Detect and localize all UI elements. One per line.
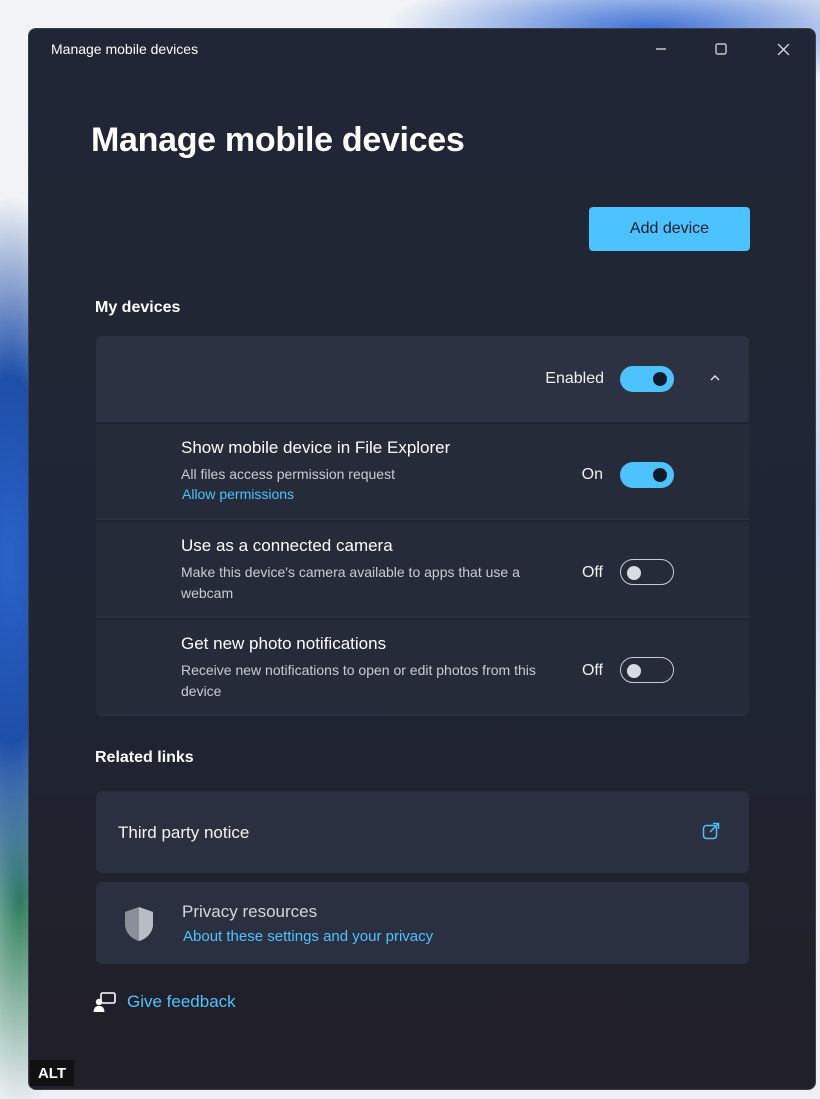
file-explorer-toggle[interactable] [620,462,674,488]
setting-title: Use as a connected camera [181,536,393,555]
my-devices-heading: My devices [95,299,181,316]
feedback-icon [93,992,116,1012]
photo-notifications-toggle[interactable] [620,657,674,683]
device-enabled-toggle[interactable] [620,366,674,392]
setting-state-label: On [581,466,603,483]
device-header[interactable]: Enabled [96,336,749,422]
third-party-notice-label: Third party notice [118,823,250,842]
device-card: Enabled Show mobile device in File Explo… [96,336,749,716]
give-feedback-label: Give feedback [127,992,236,1011]
device-status-label: Enabled [545,370,604,387]
collapse-button[interactable] [707,370,723,386]
connected-camera-toggle[interactable] [620,559,674,585]
third-party-notice-link[interactable]: Third party notice [96,791,749,873]
close-button[interactable] [763,35,803,63]
shield-icon [125,907,153,941]
toggle-knob [627,663,641,678]
privacy-resources-card: Privacy resources About these settings a… [96,882,749,964]
page-title: Manage mobile devices [91,121,465,159]
allow-permissions-link[interactable]: Allow permissions [182,486,294,502]
setting-description: Make this device's camera available to a… [181,564,520,601]
setting-state-label: Off [581,564,603,581]
minimize-icon [656,48,666,50]
setting-row-connected-camera: Use as a connected camera Make this devi… [96,520,749,616]
alt-text-badge[interactable]: ALT [30,1060,74,1086]
add-device-button[interactable]: Add device [589,207,750,251]
give-feedback-link[interactable]: Give feedback [93,991,236,1013]
setting-description: Receive new notifications to open or edi… [181,662,536,699]
title-bar: Manage mobile devices [29,29,815,69]
maximize-button[interactable] [701,35,741,63]
close-icon [777,43,789,55]
setting-title: Show mobile device in File Explorer [181,438,451,457]
privacy-settings-link[interactable]: About these settings and your privacy [183,928,433,945]
setting-row-photo-notifications: Get new photo notifications Receive new … [96,618,749,714]
related-links-heading: Related links [95,749,194,766]
setting-description: All files access permission request [181,466,395,482]
toggle-knob [653,468,667,482]
minimize-button[interactable] [641,35,681,63]
privacy-resources-title: Privacy resources [182,902,318,921]
maximize-icon [715,43,727,55]
toggle-knob [627,565,641,580]
external-link-icon [702,822,720,840]
window-title: Manage mobile devices [51,41,199,57]
manage-mobile-devices-window: Manage mobile devices Manage mobile devi… [28,28,816,1090]
setting-row-file-explorer: Show mobile device in File Explorer All … [96,422,749,518]
toggle-knob [653,372,667,386]
chevron-up-icon [710,375,720,381]
setting-state-label: Off [581,662,603,679]
setting-title: Get new photo notifications [181,634,387,653]
